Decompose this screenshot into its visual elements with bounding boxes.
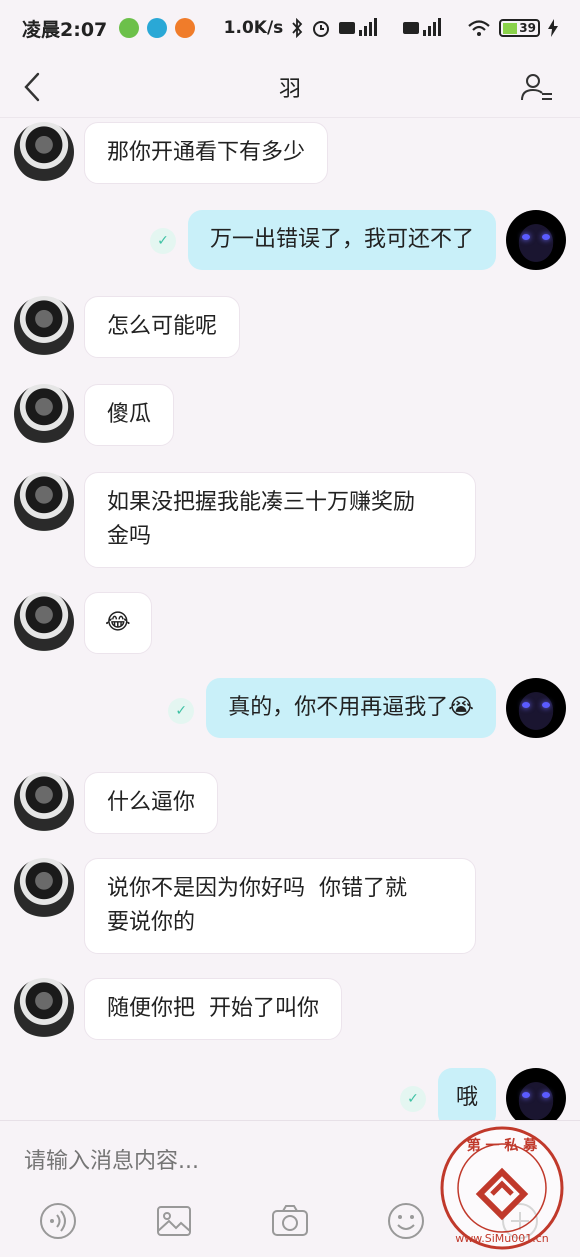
message-bubble[interactable]: 如果没把握我能凑三十万赚奖励 金吗 [84,472,476,568]
message-outgoing: ✓ 真的，你不用再逼我了😭 [168,678,566,738]
input-bar [0,1120,580,1257]
message-bubble[interactable]: 哦 [437,1068,496,1120]
message-bubble[interactable]: 怎么可能呢 [84,296,241,358]
emoji-icon[interactable] [386,1201,426,1241]
charging-icon [548,19,558,37]
contact-avatar[interactable] [14,978,74,1038]
read-check-icon: ✓ [399,1086,426,1112]
signal-icon [339,18,378,36]
read-check-icon: ✓ [149,228,176,254]
contact-avatar[interactable] [14,122,74,182]
message-incoming: 怎么可能呢 [14,296,241,358]
wechat-icon [119,18,140,38]
contact-avatar[interactable] [14,296,74,356]
browser-icon [147,18,168,38]
image-icon[interactable] [154,1201,194,1241]
contact-avatar[interactable] [14,472,74,532]
message-bubble[interactable]: 真的，你不用再逼我了😭 [206,678,496,738]
self-avatar[interactable] [506,210,566,270]
back-icon[interactable] [18,70,48,104]
network-speed: 1.0K/s [223,18,284,38]
contact-avatar[interactable] [14,592,74,652]
camera-icon[interactable] [270,1201,310,1241]
contact-avatar[interactable] [14,858,74,918]
toolbar [0,1201,580,1251]
message-incoming: 随便你把 开始了叫你 [14,978,342,1040]
message-incoming: 什么逼你 [14,772,219,834]
message-bubble[interactable]: 那你开通看下有多少 [84,122,329,184]
message-incoming: 那你开通看下有多少 [14,122,329,184]
message-bubble[interactable]: 什么逼你 [84,772,219,834]
status-right: 1.0K/s 39 [224,18,558,38]
contact-avatar[interactable] [14,384,74,444]
message-outgoing: ✓ 万一出错误了，我可还不了 [149,210,566,270]
chat-header: 羽 [0,56,580,118]
voice-icon[interactable] [38,1201,78,1241]
message-incoming: 说你不是因为你好吗 你错了就 要说你的 [14,858,476,954]
message-incoming: 😂 [14,592,152,654]
profile-icon[interactable] [520,70,554,104]
app-icon [175,18,196,38]
battery-icon: 39 [499,19,540,37]
message-incoming: 如果没把握我能凑三十万赚奖励 金吗 [14,472,476,568]
message-bubble[interactable]: 傻瓜 [84,384,175,446]
message-bubble[interactable]: 随便你把 开始了叫你 [84,978,342,1040]
status-time: 凌晨2:07 [22,18,108,41]
message-outgoing: ✓ 哦 [399,1068,566,1120]
alarm-icon [313,21,330,37]
wifi-icon [468,20,491,36]
signal-icon-2 [403,18,442,36]
battery-level: 39 [519,21,536,35]
read-check-icon: ✓ [168,698,195,724]
message-incoming: 傻瓜 [14,384,175,446]
message-input[interactable] [24,1141,444,1181]
message-bubble[interactable]: 说你不是因为你好吗 你错了就 要说你的 [84,858,476,954]
contact-avatar[interactable] [14,772,74,832]
more-icon[interactable] [500,1201,540,1241]
self-avatar[interactable] [506,678,566,738]
message-bubble[interactable]: 😂 [84,592,152,654]
message-bubble[interactable]: 万一出错误了，我可还不了 [187,210,496,270]
message-list[interactable]: 那你开通看下有多少 ✓ 万一出错误了，我可还不了 怎么可能呢 傻瓜 如果没把握我… [0,118,580,1120]
self-avatar[interactable] [506,1068,566,1120]
status-app-icons [119,18,196,38]
bluetooth-icon [292,18,303,38]
status-bar: 凌晨2:07 1.0K/s 39 [0,0,580,56]
chat-title: 羽 [278,76,301,102]
